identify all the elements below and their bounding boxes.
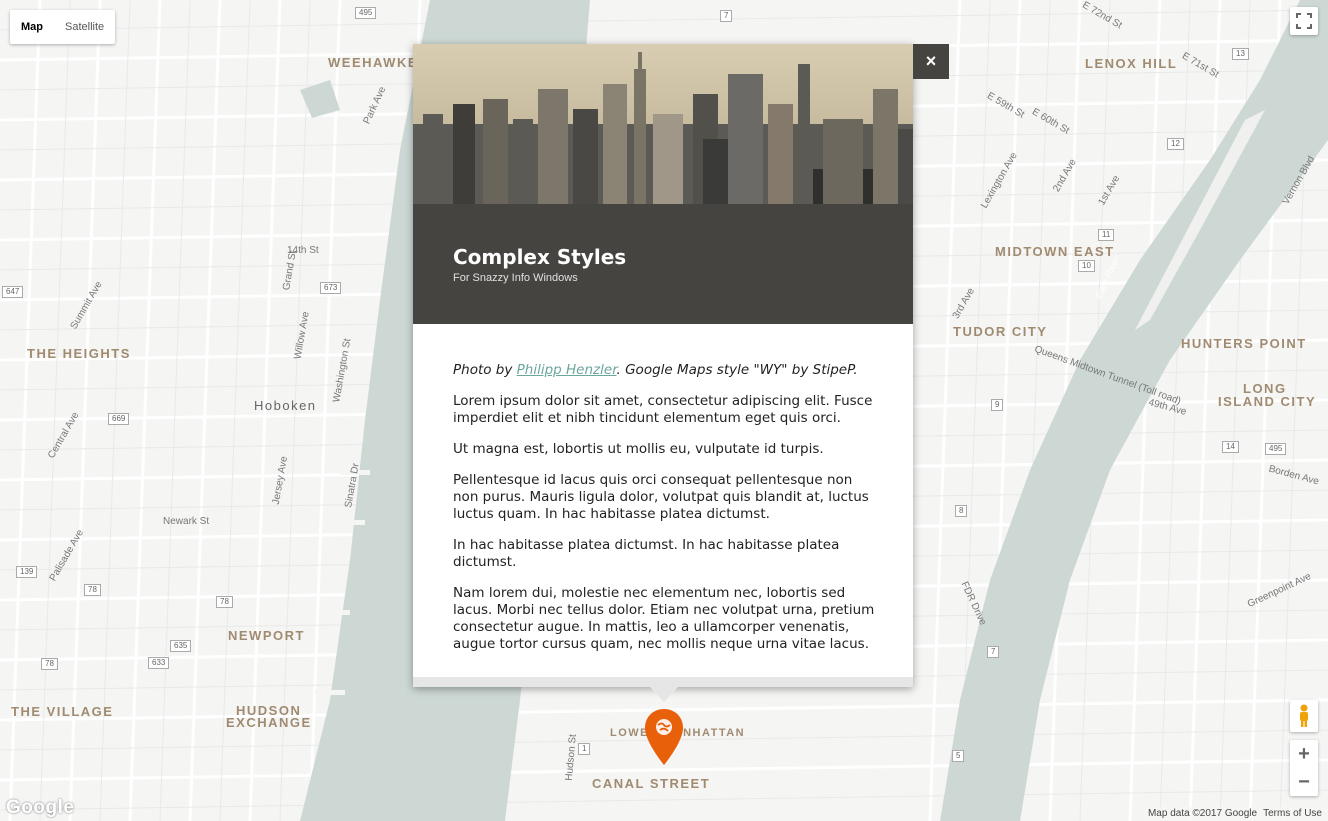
highway-shield: 495 bbox=[355, 7, 377, 19]
highway-shield: 10 bbox=[1078, 260, 1095, 272]
zoom-in-button[interactable]: + bbox=[1290, 740, 1318, 768]
highway-shield: 633 bbox=[148, 657, 170, 669]
place-label-hunters-point: HUNTERS POINT bbox=[1181, 336, 1307, 351]
place-label-hoboken: Hoboken bbox=[254, 398, 317, 413]
highway-shield: 9 bbox=[991, 399, 1004, 411]
body-paragraph: In hac habitasse platea dictumst. In hac… bbox=[453, 537, 840, 570]
map-type-control: Map Satellite bbox=[10, 10, 116, 44]
photo-caption: Photo by Philipp Henzler. Google Maps st… bbox=[453, 362, 878, 379]
place-label-tudor-city: TUDOR CITY bbox=[953, 324, 1048, 339]
close-button[interactable]: × bbox=[913, 44, 949, 79]
place-label-lenox-hill: LENOX HILL bbox=[1085, 56, 1178, 71]
fullscreen-icon bbox=[1296, 13, 1312, 29]
place-label-the-village: THE VILLAGE bbox=[11, 704, 114, 719]
attribution: Map data ©2017 Google Terms of Use bbox=[1141, 807, 1328, 821]
place-label-midtown-east: MIDTOWN EAST bbox=[995, 244, 1115, 259]
highway-shield: 5 bbox=[952, 750, 965, 762]
highway-shield: 495 bbox=[1265, 443, 1287, 455]
info-title: Complex Styles bbox=[453, 245, 627, 269]
highway-shield: 78 bbox=[84, 584, 101, 596]
highway-shield: 1 bbox=[578, 743, 591, 755]
highway-shield: 13 bbox=[1232, 48, 1249, 60]
street-label: Newark St bbox=[163, 516, 210, 527]
body-paragraph: Nam lorem dui, molestie nec elementum ne… bbox=[453, 585, 875, 652]
highway-shield: 635 bbox=[170, 640, 192, 652]
pegman-icon bbox=[1300, 704, 1308, 727]
highway-shield: 12 bbox=[1167, 138, 1184, 150]
highway-shield: 7 bbox=[987, 646, 1000, 658]
place-label-exchange: EXCHANGE bbox=[226, 715, 312, 730]
google-logo[interactable]: Google bbox=[6, 797, 74, 819]
skyline-photo bbox=[413, 44, 913, 204]
info-body: Photo by Philipp Henzler. Google Maps st… bbox=[453, 362, 878, 667]
map-type-satellite-button[interactable]: Satellite bbox=[54, 10, 115, 44]
map-type-map-button[interactable]: Map bbox=[10, 10, 54, 44]
terms-link[interactable]: Terms of Use bbox=[1263, 807, 1322, 821]
info-window: Complex Styles For Snazzy Info Windows P… bbox=[413, 44, 913, 687]
highway-shield: 8 bbox=[955, 505, 968, 517]
zoom-out-button[interactable]: − bbox=[1290, 768, 1318, 796]
map-data-credit: Map data ©2017 Google bbox=[1147, 808, 1258, 819]
place-label-newport: NEWPORT bbox=[228, 628, 305, 643]
photographer-link[interactable]: Philipp Henzler bbox=[517, 362, 617, 378]
street-view-button[interactable] bbox=[1290, 700, 1318, 732]
body-paragraph: Ut magna est, lobortis ut mollis eu, vul… bbox=[453, 441, 824, 457]
highway-shield: 669 bbox=[108, 413, 130, 425]
highway-shield: 14 bbox=[1222, 441, 1239, 453]
fullscreen-button[interactable] bbox=[1290, 7, 1318, 35]
info-header: Complex Styles For Snazzy Info Windows bbox=[413, 204, 913, 324]
place-label-the-heights: THE HEIGHTS bbox=[27, 346, 131, 361]
globe-icon bbox=[656, 719, 672, 735]
place-label-canal-street: CANAL STREET bbox=[592, 776, 711, 791]
highway-shield: 78 bbox=[216, 596, 233, 608]
caption-prefix: Photo by bbox=[453, 362, 517, 378]
highway-shield: 78 bbox=[41, 658, 58, 670]
highway-shield: 7 bbox=[720, 10, 733, 22]
caption-suffix: . Google Maps style "WY" by StipeP. bbox=[616, 362, 858, 378]
info-pointer bbox=[650, 687, 678, 702]
body-paragraph: Lorem ipsum dolor sit amet, consectetur … bbox=[453, 393, 873, 426]
highway-shield: 139 bbox=[16, 566, 38, 578]
info-subtitle: For Snazzy Info Windows bbox=[453, 272, 578, 284]
highway-shield: 673 bbox=[320, 282, 342, 294]
pin-icon[interactable] bbox=[643, 708, 685, 766]
zoom-control: + − bbox=[1290, 740, 1318, 796]
info-footer bbox=[413, 677, 913, 687]
highway-shield: 11 bbox=[1098, 229, 1115, 241]
highway-shield: 647 bbox=[2, 286, 24, 298]
body-paragraph: Pellentesque id lacus quis orci consequa… bbox=[453, 472, 869, 522]
place-label-island-city: ISLAND CITY bbox=[1218, 394, 1317, 409]
